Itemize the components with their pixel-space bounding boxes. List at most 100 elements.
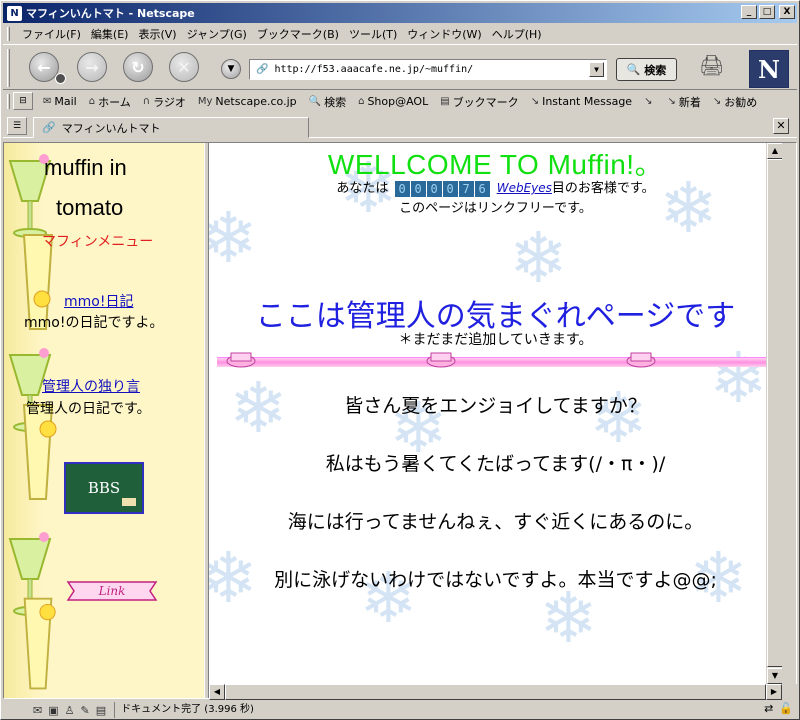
url-text: http://f53.aaacafe.ne.jp/~muffin/ [274, 64, 474, 75]
print-icon[interactable]: 🖨 [699, 53, 733, 79]
menu-view[interactable]: 表示(V) [133, 26, 181, 42]
counter-digit: 0 [394, 180, 410, 197]
personal-item-blank-link[interactable]: ↘ [644, 96, 655, 107]
stop-button[interactable]: ✕ [169, 52, 199, 82]
tab-bar: ☰ 🔗 マフィンいんトマト ✕ [3, 114, 797, 138]
composer-icon[interactable]: ✎ [81, 704, 90, 717]
scroll-right-button[interactable]: ▶ [766, 684, 782, 700]
menu-edit[interactable]: 編集(E) [86, 26, 134, 42]
url-dropdown-button[interactable]: ▼ [589, 62, 604, 77]
admin-monologue-link[interactable]: 管理人の独り言 [42, 376, 140, 396]
search-button-label: 検索 [644, 63, 667, 77]
tall-glass-decoration [23, 597, 56, 690]
back-arrow-icon: ← [37, 57, 51, 77]
window-title: マフィンいんトマト - Netscape [26, 7, 195, 20]
cake-icon [226, 352, 256, 368]
scroll-thumb[interactable] [767, 159, 782, 667]
visitor-counter-line: あなたは 0 0 0 0 7 6 WebEyes目のお客様です。 [209, 177, 782, 197]
sidebar-toggle-icon[interactable]: ☰ [7, 117, 27, 135]
personal-item-bookmarks[interactable]: ▤ ブックマーク [440, 94, 518, 110]
magnifier-icon: 🔍 [626, 63, 641, 76]
back-history-dropdown[interactable] [55, 73, 66, 84]
minimize-button[interactable]: _ [741, 5, 757, 19]
bbs-label: BBS [87, 479, 121, 497]
personal-item-label: ホーム [98, 95, 131, 109]
forward-arrow-icon: → [85, 57, 99, 77]
webeyes-link[interactable]: WebEyes [497, 181, 552, 195]
radio-icon: ∩ [142, 96, 151, 107]
status-bar: ✉ ▣ ♙ ✎ ▤ ドキュメント完了 (3.996 秒) ⇄ 🔓 [3, 701, 797, 719]
visitor-suffix: 目のお客様です。 [551, 181, 655, 196]
netscape-app-icon: N [7, 5, 22, 21]
personal-item-new[interactable]: ↘ 新着 [667, 94, 700, 110]
scroll-up-button[interactable]: ▲ [767, 143, 782, 159]
personal-item-shop[interactable]: ⌂ Shop@AOL [358, 95, 428, 108]
cake-icon [626, 352, 656, 368]
scroll-down-button[interactable]: ▼ [767, 668, 782, 684]
link-banner-button[interactable]: Link [66, 576, 158, 606]
page-subheading: ＊まだまだ追加していきます。 [398, 332, 593, 348]
personal-item-label: ラジオ [153, 95, 186, 109]
diary-description: mmo!の日記ですよ。 [24, 315, 164, 331]
reload-button[interactable]: ↻ [123, 52, 153, 82]
menu-bar: ファイル(F) 編集(E) 表示(V) ジャンプ(G) ブックマーク(B) ツー… [3, 24, 797, 43]
page-link-icon[interactable]: 🔗 [256, 64, 268, 75]
personal-toolbar-tab-icon[interactable]: ⊟ [13, 92, 33, 110]
horizontal-scroll-thumb[interactable] [225, 684, 766, 700]
close-tab-button[interactable]: ✕ [773, 118, 789, 134]
scroll-left-button[interactable]: ◀ [209, 684, 225, 700]
personal-item-label: お勧め [724, 95, 758, 109]
menu-tools[interactable]: ツール(T) [344, 26, 402, 42]
menu-bookmarks[interactable]: ブックマーク(B) [252, 26, 344, 42]
chalk-icon [122, 498, 136, 506]
search-icon: 🔍 [308, 96, 322, 107]
cake-icon [426, 352, 456, 368]
counter-digit: 7 [458, 180, 474, 197]
mail-icon[interactable]: ✉ [33, 704, 42, 717]
toolbar-grip[interactable] [7, 27, 10, 41]
personal-item-netscape[interactable]: My Netscape.co.jp [198, 95, 297, 108]
message-line: 私はもう暑くてくたばってます(/・π・)/ [325, 453, 666, 475]
chevron-down-icon: ▼ [227, 64, 235, 74]
menu-window[interactable]: ウィンドウ(W) [402, 26, 486, 42]
personal-item-recommend[interactable]: ↘ お勧め [713, 94, 757, 110]
link-icon: ↘ [530, 96, 540, 107]
menu-go[interactable]: ジャンプ(G) [182, 26, 252, 42]
diary-link[interactable]: mmo!日記 [64, 291, 133, 311]
content-area: muffin in tomato マフィンメニュー mmo!日記 mmo!の日記… [3, 142, 798, 700]
counter-digit: 0 [426, 180, 442, 197]
personal-item-instant-message[interactable]: ↘ Instant Message [531, 95, 632, 108]
main-frame: ❄ ❄ ❄ ❄ ❄ ❄ ❄ ❄ ❄ ❄ ❄ ❄ WELLCOME TO Muff… [209, 143, 782, 684]
netscape-logo[interactable]: N [749, 50, 789, 88]
message-line: 皆さん夏をエンジョイしてますか？ [344, 395, 647, 417]
horizontal-scrollbar[interactable]: ◀ ▶ [209, 684, 782, 700]
personal-item-search[interactable]: 🔍 検索 [309, 94, 346, 110]
menu-help[interactable]: ヘルプ(H) [487, 26, 547, 42]
toolbar-grip[interactable] [7, 49, 10, 87]
search-button[interactable]: 🔍 検索 [616, 58, 677, 81]
browser-window: N マフィンいんトマト - Netscape _ □ X ファイル(F) 編集(… [0, 0, 800, 720]
toolbar-grip[interactable] [7, 94, 10, 109]
close-button[interactable]: X [779, 5, 795, 19]
forward-button[interactable]: → [77, 52, 107, 82]
message-line: 海には行ってませんねぇ、すぐ近くにあるのに。 [287, 511, 704, 533]
maximize-button[interactable]: □ [759, 5, 775, 19]
aim-icon[interactable]: ♙ [65, 704, 75, 717]
decorative-divider [217, 357, 782, 367]
personal-item-home[interactable]: ⌂ ホーム [89, 94, 131, 110]
url-field[interactable]: 🔗 http://f53.aaacafe.ne.jp/~muffin/ ▼ [249, 59, 607, 80]
stop-icon: ✕ [177, 57, 191, 77]
personal-item-radio[interactable]: ∩ ラジオ [143, 94, 186, 110]
navigator-icon[interactable]: ▣ [48, 704, 58, 717]
vertical-scrollbar[interactable]: ▲ ▼ [766, 143, 782, 684]
personal-item-label: Netscape.co.jp [215, 95, 297, 108]
online-status-icon[interactable]: ⇄ [764, 702, 773, 715]
personal-item-label: ブックマーク [452, 95, 519, 109]
personal-item-mail[interactable]: ✉ Mail [43, 95, 77, 108]
security-lock-icon[interactable]: 🔓 [779, 702, 793, 715]
menu-file[interactable]: ファイル(F) [17, 26, 86, 42]
tab-active[interactable]: 🔗 マフィンいんトマト [33, 117, 309, 138]
bbs-button[interactable]: BBS [64, 462, 144, 514]
history-dropdown-button[interactable]: ▼ [221, 59, 241, 79]
address-book-icon[interactable]: ▤ [96, 704, 106, 717]
